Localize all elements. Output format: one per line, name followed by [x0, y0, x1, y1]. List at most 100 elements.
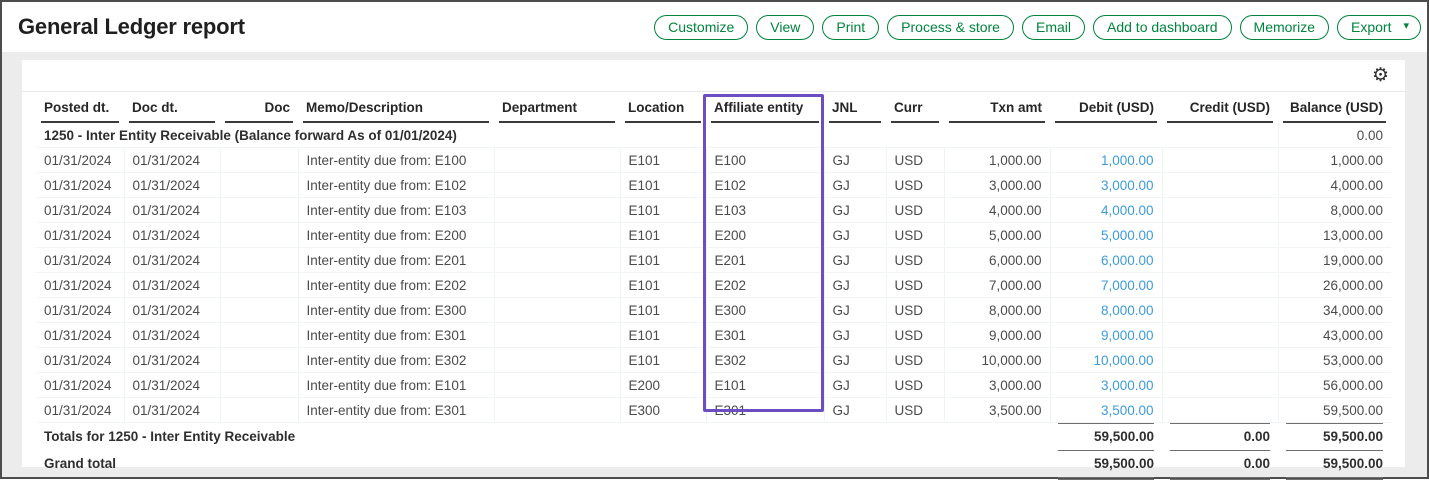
ledger-header: Posted dt. Doc dt. Doc Memo/Description …	[36, 92, 1391, 123]
memo-cell: Inter-entity due from: E300	[298, 298, 494, 323]
posted-cell: 01/31/2024	[36, 273, 124, 298]
location-cell: E200	[620, 373, 706, 398]
col-jnl[interactable]: JNL	[824, 92, 886, 123]
email-button[interactable]: Email	[1022, 15, 1085, 40]
credit-cell	[1162, 173, 1278, 198]
posted-cell: 01/31/2024	[36, 173, 124, 198]
table-row: 01/31/202401/31/2024Inter-entity due fro…	[36, 323, 1391, 348]
header-row: Posted dt. Doc dt. Doc Memo/Description …	[36, 92, 1391, 123]
txn-cell: 9,000.00	[944, 323, 1050, 348]
table-row: 01/31/202401/31/2024Inter-entity due fro…	[36, 198, 1391, 223]
debit-amount-link[interactable]: 3,000.00	[1101, 378, 1154, 393]
affiliate-cell: E200	[706, 223, 824, 248]
location-cell: E101	[620, 298, 706, 323]
table-row: 01/31/202401/31/2024Inter-entity due fro…	[36, 373, 1391, 398]
balance-cell: 1,000.00	[1278, 148, 1391, 173]
docdt-cell: 01/31/2024	[124, 248, 220, 273]
doc-cell	[220, 398, 298, 423]
debit-amount-link[interactable]: 1,000.00	[1101, 153, 1154, 168]
credit-cell	[1162, 223, 1278, 248]
debit-amount-link[interactable]: 9,000.00	[1101, 328, 1154, 343]
debit-amount-link[interactable]: 3,500.00	[1101, 403, 1154, 418]
department-cell	[494, 248, 620, 273]
txn-cell: 10,000.00	[944, 348, 1050, 373]
curr-cell: USD	[886, 148, 944, 173]
docdt-cell: 01/31/2024	[124, 273, 220, 298]
col-affiliate-entity[interactable]: Affiliate entity	[706, 92, 824, 123]
grand-credit-cell: 0.00	[1162, 450, 1278, 480]
docdt-cell: 01/31/2024	[124, 298, 220, 323]
col-posted-dt[interactable]: Posted dt.	[36, 92, 124, 123]
col-curr[interactable]: Curr	[886, 92, 944, 123]
memorize-button[interactable]: Memorize	[1240, 15, 1329, 40]
general-ledger-report-screen: { "header": { "title": "General Ledger r…	[0, 0, 1429, 479]
print-button[interactable]: Print	[822, 15, 879, 40]
txn-cell: 1,000.00	[944, 148, 1050, 173]
debit-amount-link[interactable]: 7,000.00	[1101, 278, 1154, 293]
col-credit-usd[interactable]: Credit (USD)	[1162, 92, 1278, 123]
txn-cell: 6,000.00	[944, 248, 1050, 273]
debit-amount-link[interactable]: 3,000.00	[1101, 178, 1154, 193]
debit-amount-link[interactable]: 10,000.00	[1093, 353, 1153, 368]
affiliate-cell: E100	[706, 148, 824, 173]
card-toolbar: ⚙	[22, 60, 1405, 92]
location-cell: E101	[620, 223, 706, 248]
jnl-cell: GJ	[824, 223, 886, 248]
memo-cell: Inter-entity due from: E201	[298, 248, 494, 273]
credit-cell	[1162, 148, 1278, 173]
jnl-cell: GJ	[824, 173, 886, 198]
debit-amount-link[interactable]: 4,000.00	[1101, 203, 1154, 218]
jnl-cell: GJ	[824, 373, 886, 398]
col-department[interactable]: Department	[494, 92, 620, 123]
docdt-cell: 01/31/2024	[124, 148, 220, 173]
department-cell	[494, 373, 620, 398]
affiliate-cell: E300	[706, 298, 824, 323]
posted-cell: 01/31/2024	[36, 248, 124, 273]
balance-cell: 43,000.00	[1278, 323, 1391, 348]
docdt-cell: 01/31/2024	[124, 198, 220, 223]
docdt-cell: 01/31/2024	[124, 348, 220, 373]
add-to-dashboard-button[interactable]: Add to dashboard	[1093, 15, 1232, 40]
export-button[interactable]: Export ▾	[1337, 15, 1421, 40]
debit-amount-link[interactable]: 5,000.00	[1101, 228, 1154, 243]
docdt-cell: 01/31/2024	[124, 373, 220, 398]
col-doc-dt[interactable]: Doc dt.	[124, 92, 220, 123]
affiliate-cell: E201	[706, 248, 824, 273]
jnl-cell: GJ	[824, 248, 886, 273]
posted-cell: 01/31/2024	[36, 398, 124, 423]
curr-cell: USD	[886, 348, 944, 373]
report-page: ⚙ Posted dt. Doc dt. Doc Memo/Descriptio…	[2, 52, 1427, 477]
col-doc[interactable]: Doc	[220, 92, 298, 123]
debit-amount-link[interactable]: 6,000.00	[1101, 253, 1154, 268]
jnl-cell: GJ	[824, 298, 886, 323]
location-cell: E101	[620, 198, 706, 223]
txn-cell: 5,000.00	[944, 223, 1050, 248]
table-row: 01/31/202401/31/2024Inter-entity due fro…	[36, 223, 1391, 248]
table-row: 01/31/202401/31/2024Inter-entity due fro…	[36, 298, 1391, 323]
caret-down-icon: ▾	[1403, 21, 1409, 32]
view-button[interactable]: View	[756, 15, 814, 40]
customize-button[interactable]: Customize	[654, 15, 748, 40]
balance-cell: 13,000.00	[1278, 223, 1391, 248]
posted-cell: 01/31/2024	[36, 373, 124, 398]
memo-cell: Inter-entity due from: E202	[298, 273, 494, 298]
debit-cell: 1,000.00	[1050, 148, 1162, 173]
debit-amount-link[interactable]: 8,000.00	[1101, 303, 1154, 318]
col-memo-description[interactable]: Memo/Description	[298, 92, 494, 123]
posted-cell: 01/31/2024	[36, 198, 124, 223]
affiliate-cell: E101	[706, 373, 824, 398]
col-debit-usd[interactable]: Debit (USD)	[1050, 92, 1162, 123]
col-balance-usd[interactable]: Balance (USD)	[1278, 92, 1391, 123]
location-cell: E101	[620, 248, 706, 273]
table-row: 01/31/202401/31/2024Inter-entity due fro…	[36, 398, 1391, 423]
col-txn-amt[interactable]: Txn amt	[944, 92, 1050, 123]
col-location[interactable]: Location	[620, 92, 706, 123]
gear-icon[interactable]: ⚙	[1372, 65, 1389, 88]
debit-cell: 4,000.00	[1050, 198, 1162, 223]
memo-cell: Inter-entity due from: E102	[298, 173, 494, 198]
docdt-cell: 01/31/2024	[124, 398, 220, 423]
jnl-cell: GJ	[824, 198, 886, 223]
memo-cell: Inter-entity due from: E100	[298, 148, 494, 173]
affiliate-cell: E302	[706, 348, 824, 373]
process-store-button[interactable]: Process & store	[887, 15, 1014, 40]
